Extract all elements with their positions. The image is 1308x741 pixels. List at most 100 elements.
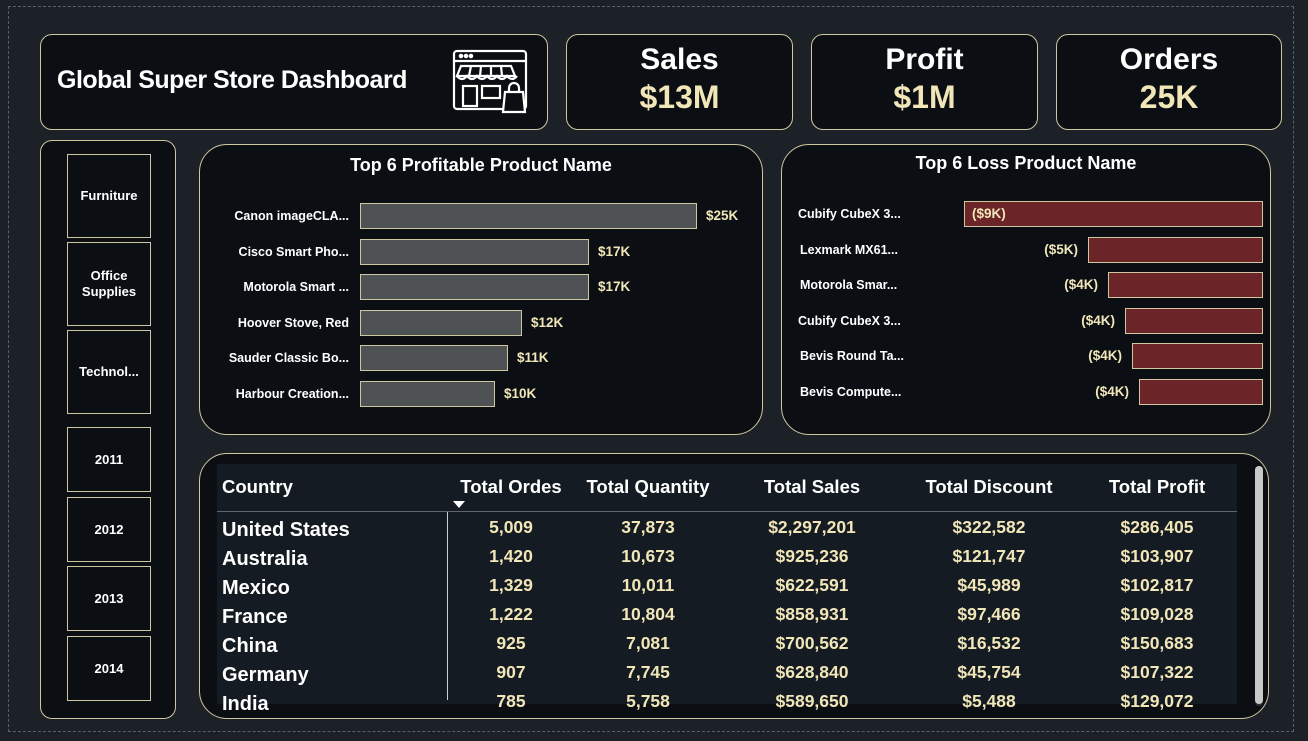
table-cell: 1,329: [489, 575, 533, 595]
loss-value-label: ($5K): [1044, 241, 1078, 257]
loss-bar[interactable]: [1139, 378, 1263, 405]
table-header-col-total-discount[interactable]: Total Discount: [925, 476, 1052, 498]
table-row-country: India: [222, 693, 269, 715]
table-column-divider: [447, 512, 448, 700]
loss-value-label: ($9K): [972, 206, 1006, 221]
slicer-category-technology[interactable]: Technol...: [67, 330, 151, 414]
slicer-year-2012[interactable]: 2012: [67, 497, 151, 562]
table-header-col-total-profit[interactable]: Total Profit: [1109, 476, 1205, 498]
kpi-profit-label: Profit: [885, 43, 964, 76]
country-table: Country Total Ordes Total Quantity Total Sa…: [217, 464, 1237, 715]
profit-chart-title: Top 6 Profitable Product Name: [350, 155, 612, 175]
loss-bar[interactable]: [964, 201, 1263, 227]
table-header-col-total-sales[interactable]: Total Sales: [764, 476, 860, 498]
table-cell: $107,322: [1120, 662, 1194, 682]
table-row-country: United States: [222, 519, 350, 541]
table-header-col-total-quantity[interactable]: Total Quantity: [587, 476, 710, 498]
table-cell: $5,488: [962, 691, 1016, 711]
table-cell: $700,562: [775, 633, 849, 653]
kpi-sales-card: Sales $13M: [566, 34, 793, 130]
table-header-divider: [217, 511, 1237, 512]
table-row-country: Mexico: [222, 577, 290, 599]
table-cell: 10,673: [621, 546, 675, 566]
profit-category-label: Sauder Classic Bo...: [228, 351, 349, 365]
slicer-year-2013[interactable]: 2013: [67, 566, 151, 631]
table-cell: $45,989: [957, 575, 1021, 595]
loss-category-label: Motorola Smar...: [800, 278, 898, 292]
table-cell: 10,011: [621, 575, 675, 595]
loss-bar[interactable]: [1108, 272, 1263, 298]
table-cell: $121,747: [952, 546, 1026, 566]
country-table-card: Country Total Ordes Total Quantity Total Sa…: [199, 453, 1269, 719]
profit-value-label: $11K: [517, 350, 549, 365]
table-header-col-country[interactable]: Country: [222, 476, 293, 498]
table-row-country: China: [222, 635, 278, 657]
loss-bar[interactable]: [1088, 236, 1263, 263]
loss-bar[interactable]: [1125, 307, 1263, 334]
table-scrollbar[interactable]: [1255, 466, 1263, 706]
loss-chart-card: Top 6 Loss Product Name Cubify CubeX 3..…: [781, 144, 1271, 435]
title-card: Global Super Store Dashboard: [40, 34, 548, 130]
table-cell: 907: [496, 662, 526, 682]
loss-category-label: Bevis Compute...: [800, 384, 902, 399]
table-cell: $628,840: [775, 662, 849, 682]
loss-value-label: ($4K): [1095, 383, 1129, 399]
loss-value-label: ($4K): [1064, 277, 1098, 292]
table-cell: $589,650: [775, 691, 849, 711]
table-cell: 37,873: [621, 517, 675, 537]
profit-category-label: Cisco Smart Pho...: [238, 244, 349, 259]
table-cell: $16,532: [957, 633, 1021, 653]
loss-value-label: ($4K): [1088, 348, 1122, 363]
table-cell: $858,931: [775, 604, 849, 624]
loss-value-label: ($4K): [1081, 312, 1115, 328]
table-cell: 925: [496, 633, 526, 653]
profit-bar[interactable]: [360, 274, 589, 300]
table-cell: $109,028: [1120, 604, 1194, 624]
table-cell: $925,236: [775, 546, 849, 566]
slicer-category-furniture[interactable]: Furniture: [67, 154, 151, 238]
profit-value-label: $17K: [598, 243, 631, 259]
table-cell: $322,582: [952, 517, 1026, 537]
slicer-year-2014[interactable]: 2014: [67, 636, 151, 701]
loss-category-label: Cubify CubeX 3...: [798, 207, 901, 221]
sort-desc-icon[interactable]: [453, 501, 465, 508]
table-cell: 7,081: [626, 633, 670, 653]
storefront-icon: [452, 49, 528, 114]
profit-bar[interactable]: [360, 203, 697, 229]
table-scroll-thumb[interactable]: [1255, 466, 1263, 704]
table-cell: 5,009: [489, 517, 533, 537]
profit-bar[interactable]: [360, 380, 495, 407]
table-cell: 785: [496, 691, 526, 711]
table-cell: $2,297,201: [768, 517, 856, 537]
loss-bar[interactable]: [1132, 343, 1263, 369]
slicer-panel: Furniture Office Supplies Technol... 201…: [40, 140, 176, 719]
profit-value-label: $12K: [531, 314, 564, 330]
profit-bar[interactable]: [360, 238, 589, 265]
table-header-col-total-orders[interactable]: Total Ordes: [460, 476, 561, 498]
kpi-sales-label: Sales: [640, 43, 719, 76]
profit-bar[interactable]: [360, 345, 508, 371]
table-cell: $286,405: [1120, 517, 1194, 537]
table-cell: 5,758: [626, 691, 670, 711]
table-cell: $622,591: [775, 575, 849, 595]
table-row-country: France: [222, 606, 288, 628]
table-row-country: Australia: [222, 548, 308, 570]
slicer-category-office-supplies[interactable]: Office Supplies: [67, 242, 151, 326]
profit-category-label: Canon imageCLA...: [234, 209, 349, 223]
loss-category-label: Lexmark MX61...: [800, 242, 898, 257]
table-cell: 7,745: [626, 662, 670, 682]
table-cell: $45,754: [957, 662, 1021, 682]
table-cell: $102,817: [1120, 575, 1194, 595]
dashboard-title: Global Super Store Dashboard: [57, 66, 407, 94]
profit-category-label: Hoover Stove, Red: [237, 315, 349, 330]
loss-chart-title: Top 6 Loss Product Name: [915, 153, 1137, 173]
profit-chart-card: Top 6 Profitable Product Name Canon imag…: [199, 144, 763, 435]
kpi-orders-label: Orders: [1119, 43, 1219, 76]
table-cell: $150,683: [1120, 633, 1194, 653]
kpi-sales-value: $13M: [639, 79, 720, 115]
slicer-year-2011[interactable]: 2011: [67, 427, 151, 492]
profit-bar[interactable]: [360, 309, 522, 336]
profit-value-label: $17K: [598, 279, 631, 294]
profit-value-label: $25K: [706, 208, 739, 223]
profit-value-label: $10K: [504, 385, 537, 401]
